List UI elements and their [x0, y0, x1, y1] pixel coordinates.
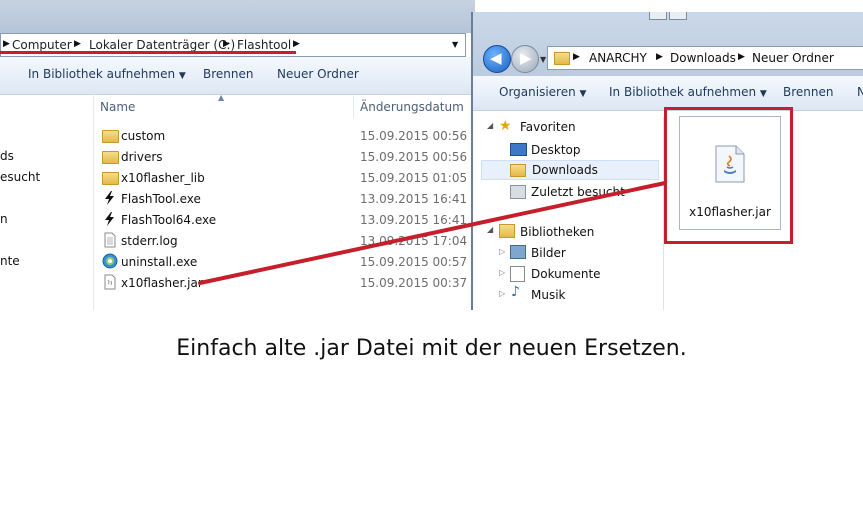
connector-line-annotation — [198, 181, 667, 285]
caption-text: Einfach alte .jar Datei mit der neuen Er… — [176, 336, 687, 361]
